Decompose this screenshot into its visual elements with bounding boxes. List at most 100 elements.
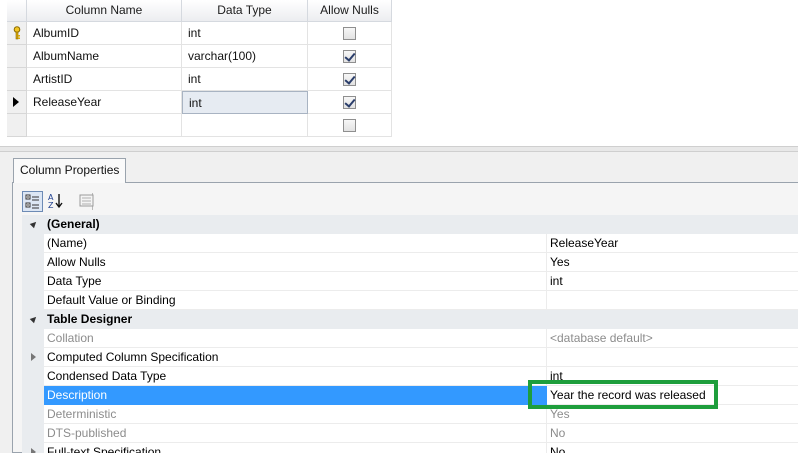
description-value-input[interactable]: Year the record was released: [547, 386, 798, 405]
row-gutter: [22, 386, 44, 405]
property-label: Deterministic: [44, 405, 547, 424]
collapse-triangle-icon: [29, 314, 39, 324]
property-toolbar: A Z: [22, 191, 798, 212]
expand-triangle-icon: [31, 448, 36, 453]
category-table-designer[interactable]: Table Designer: [22, 310, 798, 329]
data-type-cell[interactable]: varchar(100): [182, 45, 308, 68]
column-name-cell[interactable]: ReleaseYear: [27, 91, 182, 114]
property-row-computed[interactable]: Computed Column Specification: [22, 348, 798, 367]
property-value[interactable]: <database default>: [547, 329, 798, 348]
property-value[interactable]: [547, 348, 798, 367]
property-label: Default Value or Binding: [44, 291, 547, 310]
table-row[interactable]: AlbumName varchar(100): [0, 45, 392, 68]
allow-nulls-cell[interactable]: [308, 114, 392, 137]
property-label: Allow Nulls: [44, 253, 547, 272]
allow-nulls-checkbox[interactable]: [343, 119, 356, 132]
table-row[interactable]: ArtistID int: [0, 68, 392, 91]
property-pages-button[interactable]: [77, 191, 98, 212]
property-row-description[interactable]: Description Year the record was released: [22, 386, 798, 405]
categorized-icon: [25, 194, 39, 209]
allow-nulls-checkbox[interactable]: [343, 96, 356, 109]
column-name-cell[interactable]: ArtistID: [27, 68, 182, 91]
property-grid: (General) (Name) ReleaseYear Allow Nulls…: [22, 215, 798, 453]
data-type-cell[interactable]: int: [182, 68, 308, 91]
data-type-header[interactable]: Data Type: [182, 0, 308, 22]
current-row-arrow-icon: [13, 97, 19, 107]
property-value[interactable]: No: [547, 424, 798, 443]
property-value[interactable]: ReleaseYear: [547, 234, 798, 253]
svg-text:Z: Z: [48, 201, 54, 210]
allow-nulls-cell[interactable]: [308, 68, 392, 91]
row-selector-header: [7, 0, 27, 22]
row-selector[interactable]: [7, 91, 27, 114]
row-selector[interactable]: [7, 22, 27, 45]
allow-nulls-checkbox[interactable]: [343, 50, 356, 63]
collapse-toggle[interactable]: [22, 310, 44, 329]
property-row-name[interactable]: (Name) ReleaseYear: [22, 234, 798, 253]
property-label: DTS-published: [44, 424, 547, 443]
property-label: Collation: [44, 329, 547, 348]
category-label: Table Designer: [47, 312, 133, 326]
row-gutter: [22, 367, 44, 386]
allow-nulls-checkbox[interactable]: [343, 73, 356, 86]
property-value[interactable]: Yes: [547, 405, 798, 424]
category-label: (General): [47, 217, 100, 231]
expand-toggle[interactable]: [22, 348, 44, 367]
property-row-default-value[interactable]: Default Value or Binding: [22, 291, 798, 310]
property-label: Data Type: [44, 272, 547, 291]
property-row-condensed[interactable]: Condensed Data Type int: [22, 367, 798, 386]
primary-key-icon: [13, 26, 21, 40]
property-pages-icon: [79, 194, 94, 207]
allow-nulls-cell[interactable]: [308, 91, 392, 114]
expand-toggle[interactable]: [22, 443, 44, 453]
property-row-data-type[interactable]: Data Type int: [22, 272, 798, 291]
allow-nulls-cell[interactable]: [308, 22, 392, 45]
table-row[interactable]: AlbumID int: [0, 22, 392, 45]
column-name-cell[interactable]: AlbumName: [27, 45, 182, 68]
property-label: Description: [44, 386, 547, 405]
property-value[interactable]: int: [547, 367, 798, 386]
expand-triangle-icon: [31, 353, 36, 361]
table-row[interactable]: ReleaseYear int: [0, 91, 392, 114]
table-row-new[interactable]: [0, 114, 392, 137]
row-gutter: [22, 272, 44, 291]
row-gutter: [22, 405, 44, 424]
data-type-cell[interactable]: [182, 114, 308, 137]
column-name-cell[interactable]: AlbumID: [27, 22, 182, 45]
property-value[interactable]: [547, 291, 798, 310]
property-label: (Name): [44, 234, 547, 253]
property-label: Computed Column Specification: [44, 348, 547, 367]
allow-nulls-cell[interactable]: [308, 45, 392, 68]
allow-nulls-checkbox[interactable]: [343, 27, 356, 40]
data-type-cell[interactable]: int: [182, 91, 308, 114]
categorized-button[interactable]: [22, 191, 43, 212]
row-gutter: [22, 253, 44, 272]
tab-column-properties[interactable]: Column Properties: [13, 158, 126, 183]
row-selector[interactable]: [7, 114, 27, 137]
allow-nulls-header[interactable]: Allow Nulls: [308, 0, 392, 22]
row-gutter: [22, 291, 44, 310]
data-type-cell[interactable]: int: [182, 22, 308, 45]
row-gutter: [22, 329, 44, 348]
category-general[interactable]: (General): [22, 215, 798, 234]
row-gutter: [22, 424, 44, 443]
row-selector[interactable]: [7, 68, 27, 91]
property-value[interactable]: int: [547, 272, 798, 291]
property-label: Full-text Specification: [44, 443, 547, 453]
property-row-dts-published[interactable]: DTS-published No: [22, 424, 798, 443]
column-name-cell[interactable]: [27, 114, 182, 137]
property-row-fulltext[interactable]: Full-text Specification No: [22, 443, 798, 453]
alphabetical-sort-icon: A Z: [48, 193, 63, 210]
property-row-allow-nulls[interactable]: Allow Nulls Yes: [22, 253, 798, 272]
property-value[interactable]: Yes: [547, 253, 798, 272]
property-label: Condensed Data Type: [44, 367, 547, 386]
property-value[interactable]: No: [547, 443, 798, 453]
property-row-deterministic[interactable]: Deterministic Yes: [22, 405, 798, 424]
row-selector[interactable]: [7, 45, 27, 68]
alphabetical-button[interactable]: A Z: [46, 191, 67, 212]
row-gutter: [22, 234, 44, 253]
column-name-header[interactable]: Column Name: [27, 0, 182, 22]
collapse-triangle-icon: [29, 219, 39, 229]
collapse-toggle[interactable]: [22, 215, 44, 234]
property-row-collation[interactable]: Collation <database default>: [22, 329, 798, 348]
